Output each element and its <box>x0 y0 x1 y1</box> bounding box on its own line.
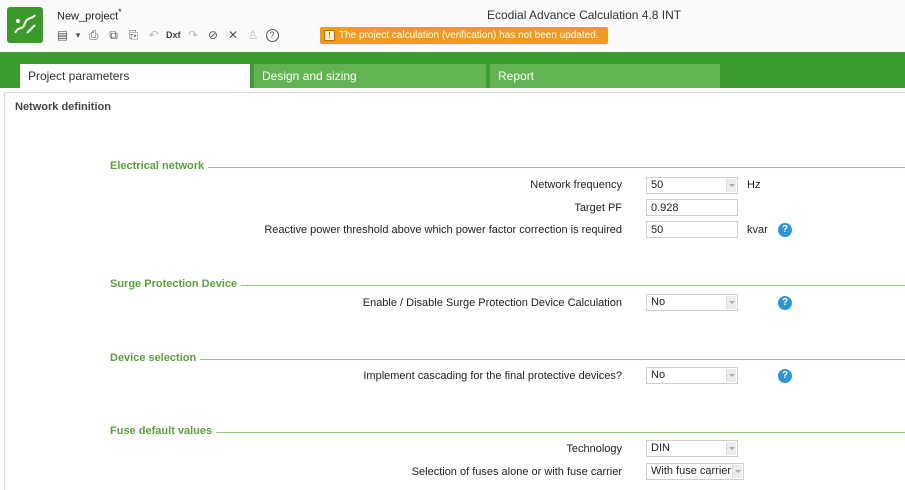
fuse-carrier-label: Selection of fuses alone or with fuse ca… <box>411 466 622 478</box>
ecodial-logo-icon <box>7 7 43 43</box>
target-pf-label: Target PF <box>574 202 622 214</box>
tab-project-parameters[interactable]: Project parameters <box>20 64 250 88</box>
calculation-warning-banner: ! The project calculation (verification)… <box>320 27 608 44</box>
dropdown-arrow-icon[interactable]: ▾ <box>75 28 81 43</box>
network-frequency-value: 50 <box>651 179 664 191</box>
group-electrical-network: Electrical network <box>110 160 905 174</box>
help-icon[interactable]: ? <box>778 223 792 237</box>
app-title: Ecodial Advance Calculation 4.8 INT <box>487 8 682 22</box>
tab-strip: Project parameters Design and sizing Rep… <box>0 52 905 88</box>
chevron-down-icon <box>726 179 736 192</box>
tab-design-and-sizing[interactable]: Design and sizing <box>254 64 486 88</box>
tab-report[interactable]: Report <box>490 64 720 88</box>
cascading-value: No <box>651 369 666 381</box>
target-pf-input[interactable] <box>646 199 738 216</box>
spd-calculation-value: No <box>651 296 666 308</box>
cascading-select[interactable]: No <box>646 367 738 384</box>
redo-icon[interactable]: ↷ <box>186 28 201 43</box>
chevron-down-icon <box>726 369 736 382</box>
help-icon[interactable]: ? <box>778 369 792 383</box>
help-icon[interactable]: ? <box>778 296 792 310</box>
chevron-down-icon <box>732 465 742 478</box>
group-divider <box>110 359 905 360</box>
group-title: Electrical network <box>110 160 209 172</box>
group-title: Fuse default values <box>110 425 217 437</box>
dxf-export-icon[interactable]: Dxf <box>166 30 181 40</box>
fuse-carrier-select[interactable]: With fuse carrier <box>646 463 744 480</box>
chevron-down-icon <box>726 296 736 309</box>
fuse-technology-value: DIN <box>651 442 670 454</box>
reactive-power-input[interactable] <box>646 221 738 238</box>
group-title: Device selection <box>110 352 201 364</box>
tools-icon[interactable]: ✕ <box>226 28 241 43</box>
print-icon[interactable]: ⎙ <box>86 28 101 43</box>
fuse-carrier-value: With fuse carrier <box>651 465 732 477</box>
fuse-technology-select[interactable]: DIN <box>646 440 738 457</box>
warning-icon: ! <box>324 30 335 41</box>
user-icon[interactable]: ♙ <box>246 28 261 43</box>
toolbar: ▤ ▾ ⎙ ⧉ ⎘ ↶ Dxf ↷ ⊘ ✕ ♙ ? <box>55 26 279 44</box>
fuse-technology-label: Technology <box>566 443 622 455</box>
spd-calculation-select[interactable]: No <box>646 294 738 311</box>
reactive-power-label: Reactive power threshold above which pow… <box>264 224 622 236</box>
undo-icon[interactable]: ↶ <box>146 28 161 43</box>
paste-icon[interactable]: ⎘ <box>126 28 141 43</box>
group-divider <box>110 167 905 168</box>
network-frequency-select[interactable]: 50 <box>646 177 738 194</box>
chevron-down-icon <box>726 442 736 455</box>
copy-icon[interactable]: ⧉ <box>106 28 121 43</box>
modified-marker: * <box>118 7 122 17</box>
group-divider <box>110 432 905 433</box>
project-parameters-panel: Network definition Electrical network Ne… <box>4 92 905 490</box>
group-fuse-default-values: Fuse default values <box>110 425 905 439</box>
network-frequency-label: Network frequency <box>530 179 622 191</box>
warning-text: The project calculation (verification) h… <box>339 30 599 41</box>
file-icon[interactable]: ⊘ <box>206 28 221 43</box>
group-surge-protection-device: Surge Protection Device <box>110 278 905 292</box>
reactive-power-unit: kvar <box>747 224 768 236</box>
help-icon[interactable]: ? <box>265 28 279 42</box>
group-device-selection: Device selection <box>110 352 905 366</box>
project-name: New_project* <box>57 7 122 23</box>
save-icon[interactable]: ▤ <box>55 28 70 43</box>
spd-calculation-label: Enable / Disable Surge Protection Device… <box>362 297 622 309</box>
title-bar: New_project* Ecodial Advance Calculation… <box>0 0 905 50</box>
cascading-label: Implement cascading for the final protec… <box>363 370 622 382</box>
frequency-unit: Hz <box>747 179 761 191</box>
section-title: Network definition <box>15 101 111 113</box>
group-title: Surge Protection Device <box>110 278 242 290</box>
